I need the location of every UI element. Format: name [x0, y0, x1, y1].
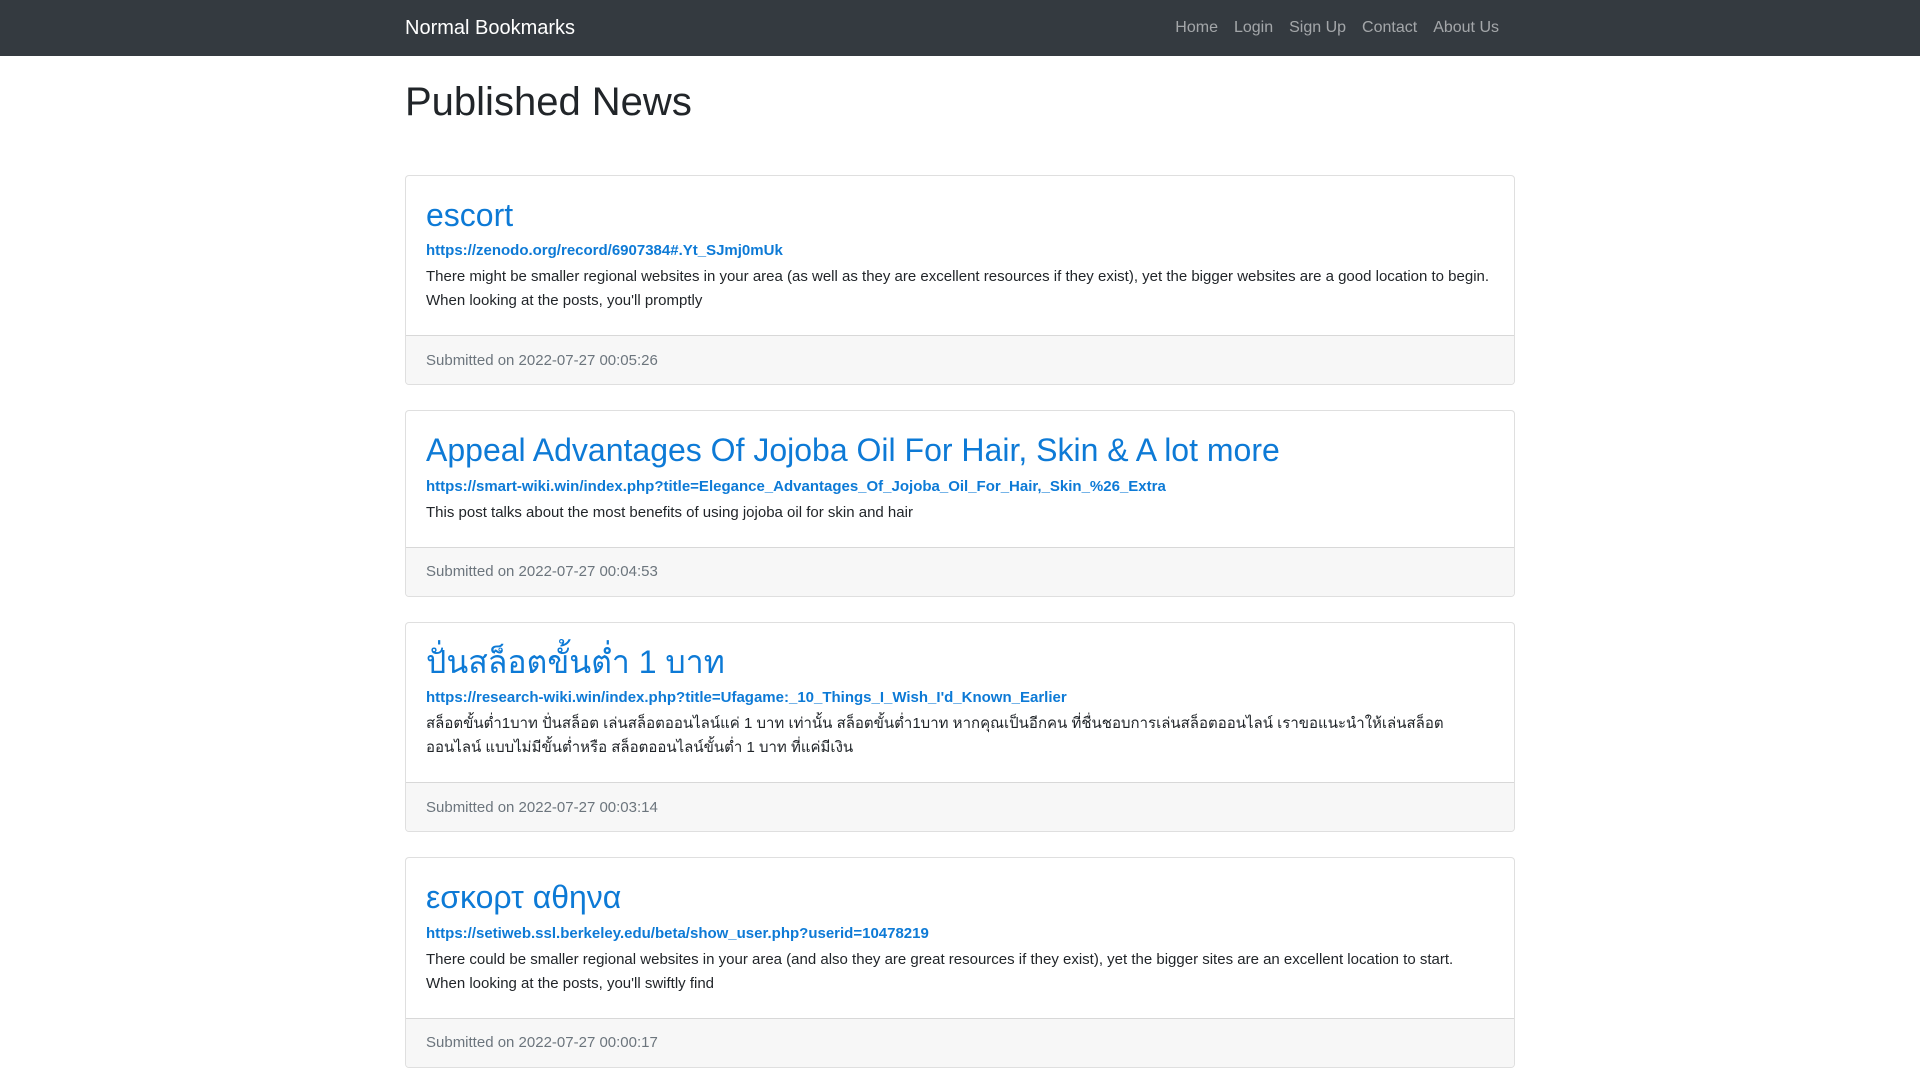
navbar-inner: Normal Bookmarks Home Login Sign Up Cont…: [405, 0, 1515, 56]
submitted-date: Submitted on 2022-07-27 00:04:53: [426, 563, 658, 581]
nav-link-sign-up[interactable]: Sign Up: [1281, 19, 1354, 37]
card-footer: Submitted on 2022-07-27 00:00:17: [406, 1017, 1514, 1067]
news-description: สล็อตขั้นต่ำ1บาท ปั่นสล็อต เล่นสล็อตออนไ…: [426, 715, 1444, 757]
news-description: There could be smaller regional websites…: [426, 950, 1454, 992]
news-card: escort https://zenodo.org/record/6907384…: [405, 175, 1515, 386]
news-description: This post talks about the most benefits …: [426, 503, 913, 521]
main-content: Published News escort https://zenodo.org…: [405, 78, 1515, 1068]
news-title-link[interactable]: εσκορτ αθηνα: [426, 878, 1494, 916]
news-title-link[interactable]: escort: [426, 196, 1494, 234]
card-footer: Submitted on 2022-07-27 00:03:14: [406, 782, 1514, 832]
card-body: εσκορτ αθηνα https://setiweb.ssl.berkele…: [406, 858, 1514, 1017]
news-url-link[interactable]: https://research-wiki.win/index.php?titl…: [426, 689, 1494, 706]
navbar-brand[interactable]: Normal Bookmarks: [405, 0, 575, 56]
nav-link-login[interactable]: Login: [1226, 19, 1281, 37]
card-footer: Submitted on 2022-07-27 00:05:26: [406, 335, 1514, 385]
news-url-link[interactable]: https://zenodo.org/record/6907384#.Yt_SJ…: [426, 242, 1494, 259]
news-card: εσκορτ αθηνα https://setiweb.ssl.berkele…: [405, 857, 1515, 1068]
news-title-link[interactable]: Appeal Advantages Of Jojoba Oil For Hair…: [426, 431, 1494, 469]
card-body: Appeal Advantages Of Jojoba Oil For Hair…: [406, 411, 1514, 546]
news-card: Appeal Advantages Of Jojoba Oil For Hair…: [405, 410, 1515, 597]
news-card: ปั่นสล็อตขั้นต่ำ 1 บาท https://research-…: [405, 621, 1515, 833]
news-url-link[interactable]: https://setiweb.ssl.berkeley.edu/beta/sh…: [426, 925, 1494, 942]
submitted-date: Submitted on 2022-07-27 00:00:17: [426, 1034, 658, 1052]
submitted-date: Submitted on 2022-07-27 00:03:14: [426, 798, 658, 816]
nav-link-about-us[interactable]: About Us: [1425, 19, 1507, 37]
submitted-date: Submitted on 2022-07-27 00:05:26: [426, 351, 658, 369]
card-body: ปั่นสล็อตขั้นต่ำ 1 บาท https://research-…: [406, 623, 1514, 782]
news-url-link[interactable]: https://smart-wiki.win/index.php?title=E…: [426, 478, 1494, 495]
nav-link-home[interactable]: Home: [1167, 19, 1226, 37]
card-body: escort https://zenodo.org/record/6907384…: [406, 176, 1514, 335]
news-description: There might be smaller regional websites…: [426, 268, 1490, 310]
news-list: escort https://zenodo.org/record/6907384…: [405, 175, 1515, 1068]
nav-links: Home Login Sign Up Contact About Us: [1167, 19, 1507, 37]
nav-link-contact[interactable]: Contact: [1354, 19, 1425, 37]
card-footer: Submitted on 2022-07-27 00:04:53: [406, 546, 1514, 596]
page-title: Published News: [405, 80, 692, 124]
top-navbar: Normal Bookmarks Home Login Sign Up Cont…: [0, 0, 1920, 56]
news-title-link[interactable]: ปั่นสล็อตขั้นต่ำ 1 บาท: [426, 643, 1494, 681]
